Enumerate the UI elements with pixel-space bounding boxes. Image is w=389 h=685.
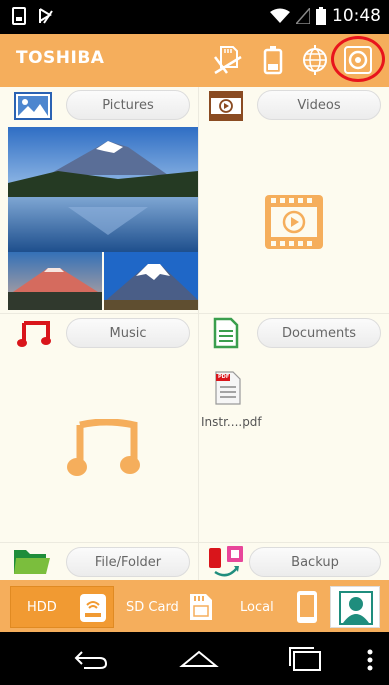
brand-logo: TOSHIBA: [16, 48, 105, 68]
home-icon[interactable]: [178, 648, 220, 670]
video-film-icon: [265, 195, 323, 249]
documents-header[interactable]: Documents: [199, 315, 389, 351]
document-green-icon: [213, 317, 239, 349]
settings-highlight-ring: [331, 36, 385, 82]
battery-button[interactable]: [255, 42, 291, 78]
videos-header[interactable]: Videos: [199, 87, 389, 123]
phone-icon: [297, 591, 317, 623]
pictures-header[interactable]: Pictures: [0, 87, 198, 123]
cell-signal-icon: [296, 8, 310, 24]
backup-icon: [209, 546, 243, 577]
sd-card-icon: [190, 594, 212, 620]
recent-apps-icon[interactable]: [286, 646, 326, 672]
tab-local[interactable]: Local: [222, 586, 326, 628]
backup-header[interactable]: Backup: [199, 544, 389, 580]
tab-local-label: Local: [240, 599, 274, 615]
picture-thumbnail-small-2[interactable]: [104, 252, 198, 310]
backup-button[interactable]: Backup: [249, 547, 381, 577]
folder-green-icon: [14, 550, 50, 574]
file-folder-header[interactable]: File/Folder: [0, 544, 198, 580]
pictures-button[interactable]: Pictures: [66, 90, 190, 120]
android-nav-bar: [0, 632, 389, 685]
videos-icon: [209, 91, 243, 121]
network-globe-icon: [303, 45, 327, 75]
network-button[interactable]: [297, 42, 333, 78]
battery-status-icon: [316, 7, 326, 25]
notification-icon: [12, 7, 26, 25]
tab-hdd-label: HDD: [27, 599, 57, 615]
tab-hdd[interactable]: HDD: [10, 586, 114, 628]
picture-thumbnail-small-1[interactable]: [8, 252, 102, 310]
documents-button[interactable]: Documents: [257, 318, 381, 348]
pictures-icon: [14, 92, 52, 120]
file-folder-button[interactable]: File/Folder: [66, 547, 190, 577]
music-header[interactable]: Music: [0, 315, 198, 351]
wifi-icon: [270, 8, 290, 23]
battery-icon: [263, 46, 283, 75]
music-panel[interactable]: [0, 353, 198, 539]
music-note-icon: [67, 419, 140, 476]
grid-divider-row-1: [0, 313, 389, 314]
videos-panel[interactable]: [199, 127, 389, 313]
tab-sd-card[interactable]: SD Card: [116, 586, 220, 628]
music-button[interactable]: Music: [66, 318, 190, 348]
snow-mountain-photo: [104, 252, 198, 310]
document-file-item[interactable]: PDF Instr....pdf: [199, 369, 279, 439]
muted-notification-icon: [39, 8, 53, 24]
storage-tab-bar: HDD SD Card Local: [0, 580, 389, 632]
picture-thumbnail-large[interactable]: [8, 127, 198, 252]
overflow-menu-icon[interactable]: [366, 648, 374, 672]
sunrise-mountain-photo: [8, 252, 102, 310]
app-bar: TOSHIBA: [0, 34, 389, 87]
user-avatar-icon: [339, 591, 373, 625]
music-note-red-icon: [17, 321, 51, 347]
category-grid: Pictures Videos Music Documents PDF Inst…: [0, 87, 389, 580]
sd-card-transfer-icon: [214, 46, 242, 75]
profile-button[interactable]: [330, 586, 380, 628]
back-icon[interactable]: [70, 648, 110, 670]
grid-divider-row-2: [0, 542, 389, 543]
videos-button[interactable]: Videos: [257, 90, 381, 120]
hdd-icon: [80, 594, 106, 622]
sd-card-transfer-button[interactable]: [210, 42, 246, 78]
lake-mountain-photo: [8, 127, 198, 252]
status-bar: 10:48: [0, 0, 389, 34]
documents-panel: PDF Instr....pdf: [199, 353, 389, 539]
tab-sd-card-label: SD Card: [126, 599, 179, 615]
clock: 10:48: [332, 6, 381, 26]
pdf-badge: PDF: [218, 374, 230, 380]
document-file-name: Instr....pdf: [201, 415, 262, 429]
